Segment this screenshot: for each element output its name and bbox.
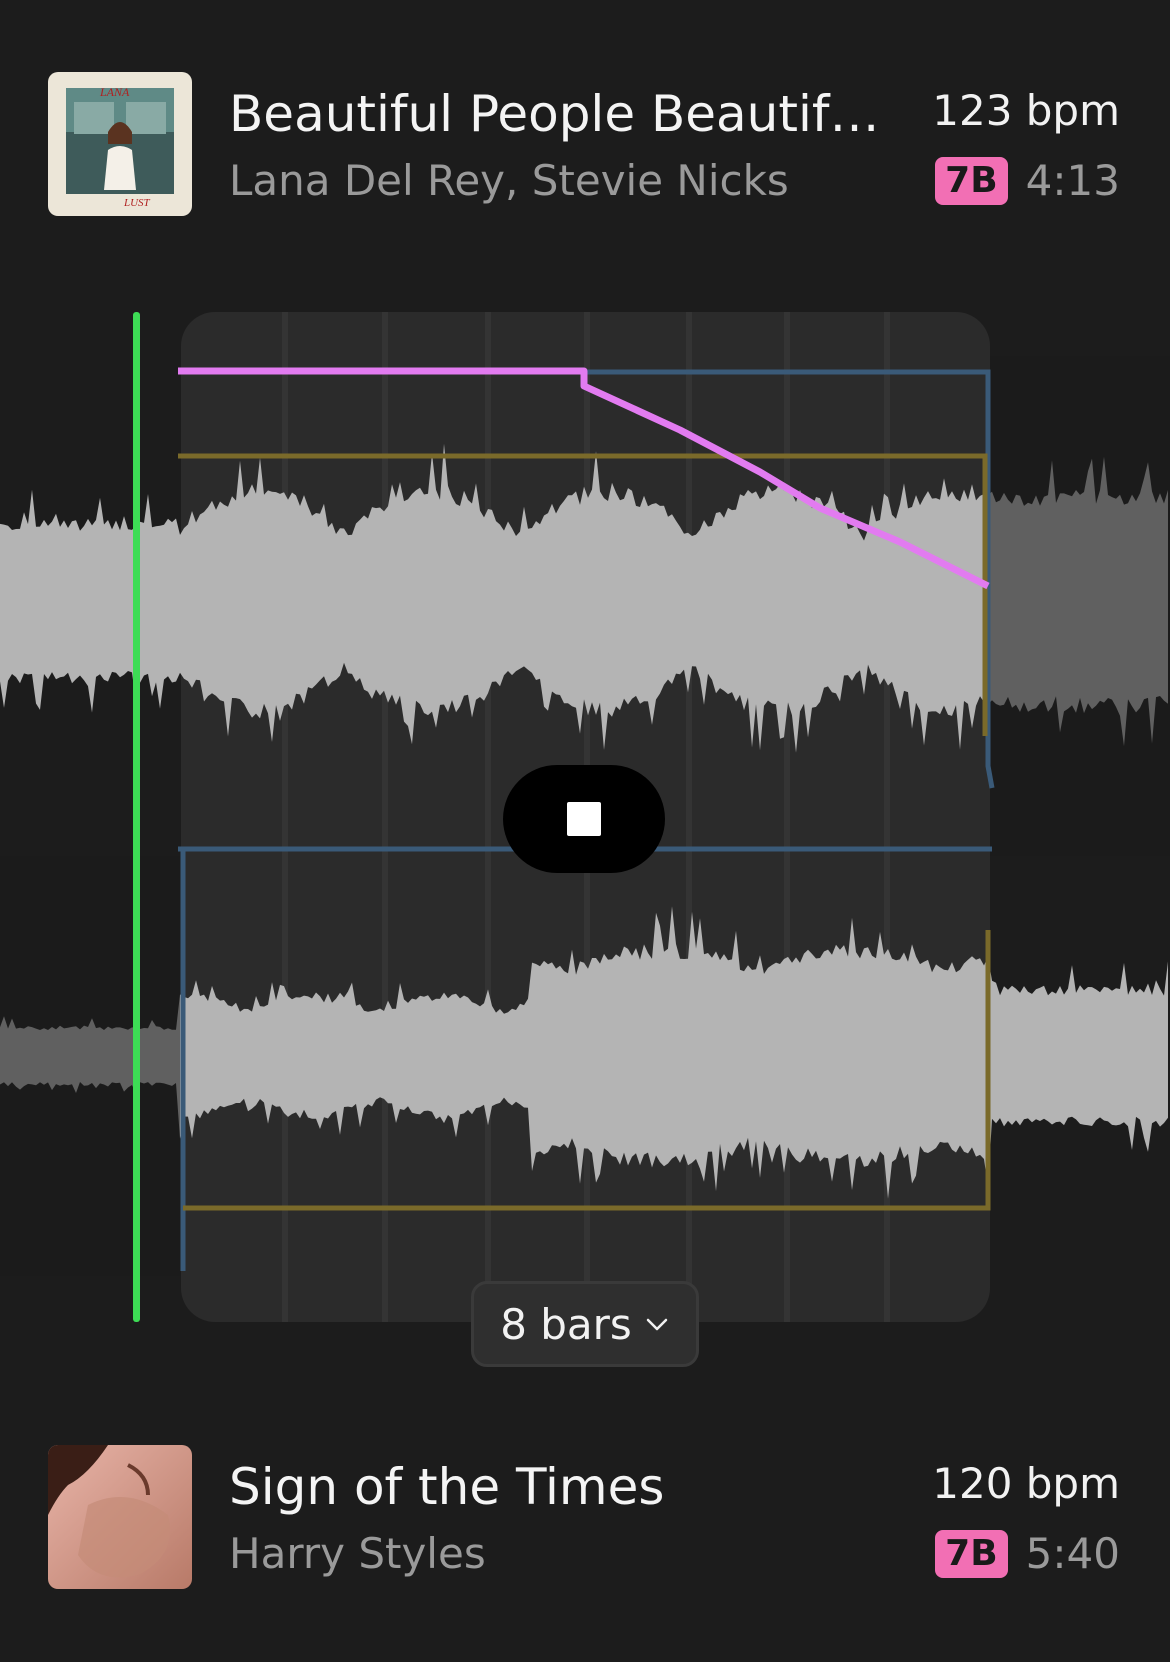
track-meta-2: 7B 5:40 [935,1529,1120,1579]
current-track-row[interactable]: LANA LUST Beautiful People Beautiful... … [0,70,1170,220]
svg-text:LANA: LANA [99,85,130,99]
track-bpm-2: 120 bpm [932,1459,1120,1508]
playhead[interactable] [133,312,140,1322]
track-artist: Lana Del Rey, Stevie Nicks [229,156,789,205]
track-bpm: 123 bpm [932,86,1120,135]
track-title-2: Sign of the Times [229,1458,665,1516]
bars-dropdown[interactable]: 8 bars [471,1281,699,1367]
track-title: Beautiful People Beautiful... [229,85,909,143]
chevron-down-icon [646,1318,668,1331]
key-badge: 7B [935,157,1008,205]
current-track-cover: LANA LUST [48,72,192,216]
svg-text:LUST: LUST [123,197,151,209]
album-cover-icon: LANA LUST [48,72,192,216]
stop-icon [567,802,601,836]
track-artist-2: Harry Styles [229,1529,486,1578]
track-meta: 7B 4:13 [935,156,1120,206]
next-track-row[interactable]: Sign of the Times Harry Styles 120 bpm 7… [0,1443,1170,1593]
next-track-cover [48,1445,192,1589]
album-cover-icon-2 [48,1445,192,1589]
bars-dropdown-label: 8 bars [500,1299,632,1349]
track-duration: 4:13 [1025,156,1120,205]
stop-button[interactable] [503,765,665,873]
key-badge-2: 7B [935,1530,1008,1578]
track-duration-2: 5:40 [1025,1529,1120,1578]
